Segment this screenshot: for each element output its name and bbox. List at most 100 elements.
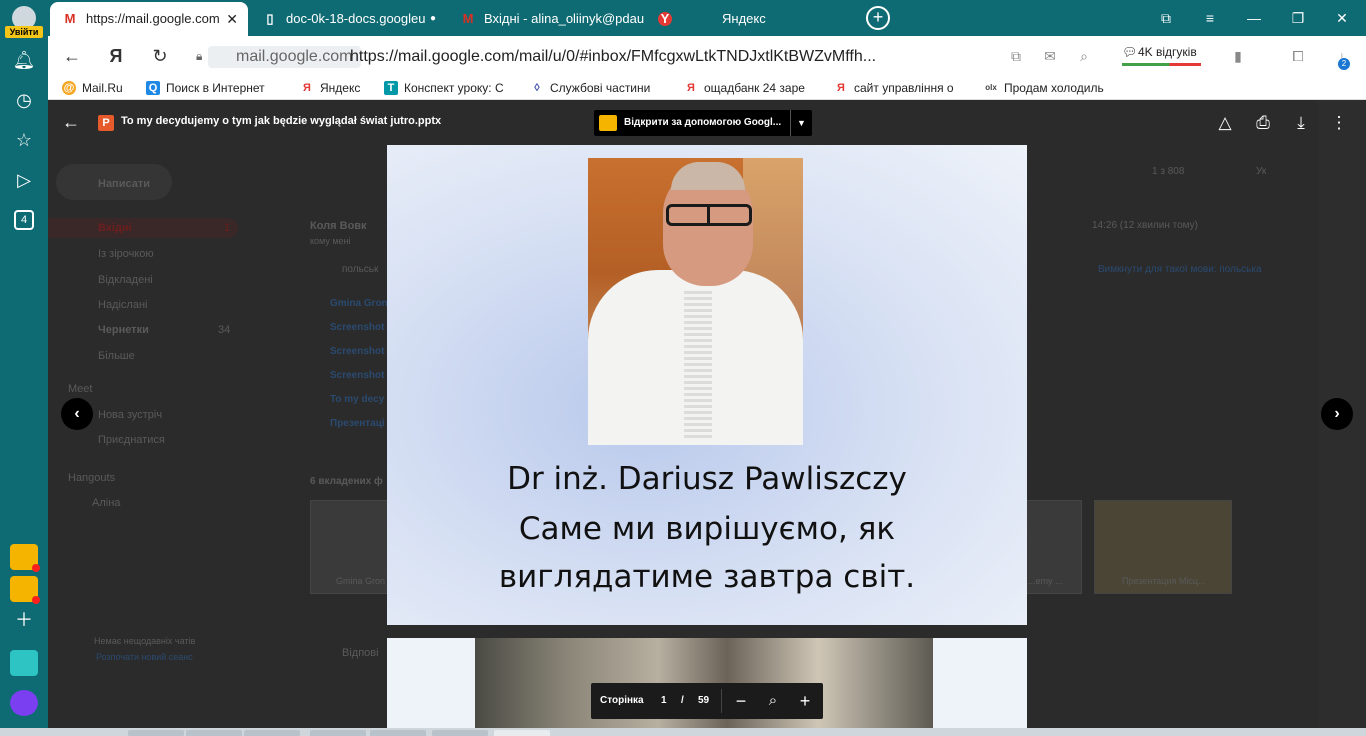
meet-join[interactable]: Приєднатися xyxy=(98,434,165,446)
reply-button[interactable]: Відпові xyxy=(342,647,379,659)
print-icon[interactable]: ⎙ xyxy=(1252,112,1274,134)
messenger-icon[interactable] xyxy=(10,650,38,676)
nav-inbox-count: 1 xyxy=(224,222,231,234)
extensions-icon[interactable]: ⧠ xyxy=(1288,46,1308,66)
page-controls: Сторінка 1 / 59 − ⌕ + xyxy=(591,683,823,719)
yandex-logo-icon[interactable]: Я xyxy=(104,44,128,68)
url-domain[interactable]: mail.google.com xyxy=(208,46,361,68)
url-input[interactable]: https://mail.google.com/mail/u/0/#inbox/… xyxy=(350,46,876,68)
nav-inbox[interactable]: Вхідні xyxy=(98,222,132,234)
lesson-icon: T xyxy=(384,81,398,95)
add-to-drive-icon[interactable]: △ xyxy=(1214,112,1236,134)
bookmark-search[interactable]: Q Поиск в Интернет xyxy=(146,78,276,98)
bookmark-yandex[interactable]: Я Яндекс xyxy=(300,78,370,98)
slides-icon xyxy=(599,115,617,131)
slide-title-line1: Саме ми вирішуємо, як xyxy=(518,511,896,547)
nav-starred[interactable]: Із зірочкою xyxy=(98,248,154,260)
olx-icon: olx xyxy=(985,83,997,92)
taskbar-app[interactable] xyxy=(186,730,242,736)
nav-more[interactable]: Більше xyxy=(98,350,135,362)
tab-strip: M https://mail.google.com ✕ ▯ doc-0k-18-… xyxy=(48,0,1366,36)
share-icon[interactable]: ⧉ xyxy=(1006,46,1026,66)
tabs-counter[interactable]: 4 xyxy=(14,210,34,230)
menu-icon[interactable]: ≡ xyxy=(1190,0,1230,36)
zoom-icon[interactable]: ⌕ xyxy=(761,689,785,713)
browser-sidebar: Увійти 🔔︎ ◷ ☆ ▷ 4 ＋ xyxy=(0,0,48,736)
play-icon[interactable]: ▷ xyxy=(12,168,36,192)
chevron-down-icon[interactable]: ▼ xyxy=(790,110,812,136)
tab-label: Яндекс xyxy=(722,11,766,26)
taskbar-app[interactable] xyxy=(310,730,366,736)
attachment-link[interactable]: Screenshot xyxy=(330,370,384,381)
new-tab-button[interactable]: + xyxy=(866,6,890,30)
restore-icon[interactable]: ❐ xyxy=(1278,0,1318,36)
attachment-link[interactable]: Screenshot xyxy=(330,322,384,333)
back-icon[interactable]: ← xyxy=(60,44,84,68)
disable-translation[interactable]: Вимкнути для такої мови: польська xyxy=(1098,264,1262,275)
meet-new[interactable]: Нова зустріч xyxy=(98,409,162,421)
nav-snoozed[interactable]: Відкладені xyxy=(98,274,153,286)
attachment-link[interactable]: Gmina Gron xyxy=(330,298,388,309)
slide-1: Dr inż. Dariusz Pawliszczy Саме ми виріш… xyxy=(387,145,1027,625)
download-icon[interactable]: ⤓ xyxy=(1290,112,1312,134)
previous-file-button[interactable]: ‹ xyxy=(61,398,93,430)
reviews-badge[interactable]: 💬︎ 4K відгуків xyxy=(1122,44,1201,66)
minimize-icon[interactable]: — xyxy=(1234,0,1274,36)
close-icon[interactable]: ✕ xyxy=(226,2,238,36)
lock-icon: 🔒︎ xyxy=(196,49,203,63)
to-me[interactable]: кому мені xyxy=(310,236,351,246)
zoom-out-icon[interactable]: − xyxy=(729,689,753,713)
translate-icon[interactable]: ⌕ xyxy=(1074,46,1094,66)
tabs-list-icon[interactable]: ⧉ xyxy=(1146,0,1186,36)
open-with-button[interactable]: Відкрити за допомогою Googl... ▼ xyxy=(594,110,812,136)
nav-drafts[interactable]: Чернетки xyxy=(98,324,149,336)
taskbar-app[interactable] xyxy=(432,730,488,736)
compose-label: Написати xyxy=(98,178,150,190)
mail-icon[interactable]: ✉ xyxy=(1040,46,1060,66)
attachments-count: 6 вкладених ф xyxy=(310,476,383,487)
zoom-in-icon[interactable]: + xyxy=(793,689,817,713)
mail-app-icon[interactable] xyxy=(10,544,40,572)
reload-icon[interactable]: ↻ xyxy=(148,44,172,68)
tab-yandex[interactable]: Y Яндекс xyxy=(646,2,842,36)
page-current[interactable]: 1 xyxy=(661,695,667,706)
bell-icon[interactable]: 🔔︎ xyxy=(12,48,36,72)
taskbar-app-active[interactable] xyxy=(494,730,550,736)
yandex-icon: Y xyxy=(658,12,672,26)
new-chat-link[interactable]: Розпочати новий сеанс xyxy=(96,652,193,662)
attachment-link[interactable]: To my decy xyxy=(330,394,384,405)
dot-icon[interactable]: ● xyxy=(429,2,436,36)
input-language[interactable]: Ук xyxy=(1256,166,1266,177)
emblem-icon: ◊ xyxy=(534,82,540,94)
history-icon[interactable]: ◷ xyxy=(12,88,36,112)
more-options-icon[interactable]: ⋮ xyxy=(1328,112,1350,134)
add-app-icon[interactable]: ＋ xyxy=(12,608,36,632)
meet-title: Meet xyxy=(68,383,93,395)
bookmark-site[interactable]: Ясайт управління о xyxy=(834,78,964,98)
bookmark-oschadbank[interactable]: Яощадбанк 24 заре xyxy=(684,78,814,98)
tab-label: https://mail.google.com xyxy=(86,11,220,26)
tab-gmail-active[interactable]: M https://mail.google.com ✕ xyxy=(50,2,248,36)
thumb-label: ...emy ... xyxy=(1028,576,1063,586)
taskbar-app[interactable] xyxy=(244,730,300,736)
attachment-link[interactable]: Презентаці xyxy=(330,418,385,429)
tab-inbox[interactable]: M Вхідні - alina_oliinyk@pdau xyxy=(448,2,644,36)
bookmark-lesson[interactable]: T Конспект уроку: С xyxy=(384,78,514,98)
hangouts-user[interactable]: Аліна xyxy=(92,497,120,509)
bookmark-olx[interactable]: olx Продам холодиль xyxy=(984,78,1116,98)
mail-app-icon-2[interactable] xyxy=(10,576,40,604)
close-window-icon[interactable]: ✕ xyxy=(1322,0,1362,36)
nav-sent[interactable]: Надіслані xyxy=(98,299,147,311)
attachment-link[interactable]: Screenshot xyxy=(330,346,384,357)
tab-doc[interactable]: ▯ doc-0k-18-docs.googleu ● xyxy=(250,2,446,36)
back-arrow-icon[interactable]: ← xyxy=(62,112,80,133)
taskbar-app[interactable] xyxy=(370,730,426,736)
bookmark-service[interactable]: ◊ Службові частини xyxy=(530,78,662,98)
alice-icon[interactable] xyxy=(10,690,38,716)
bookmark-icon[interactable]: ▮ xyxy=(1228,46,1248,66)
login-button[interactable]: Увійти xyxy=(5,26,43,38)
star-icon[interactable]: ☆ xyxy=(12,128,36,152)
taskbar-app[interactable] xyxy=(128,730,184,736)
next-file-button[interactable]: › xyxy=(1321,398,1353,430)
bookmark-mailru[interactable]: @ Mail.Ru xyxy=(62,78,136,98)
